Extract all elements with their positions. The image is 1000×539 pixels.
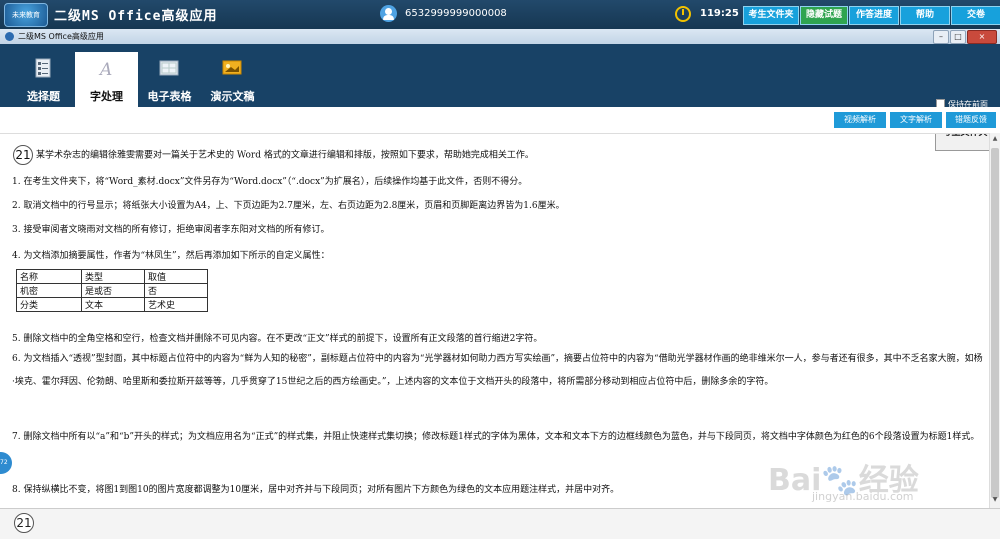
table-cell: 否 [144, 283, 208, 298]
countdown-timer: 119:25 [700, 8, 739, 19]
question-number-badge: 21 [13, 145, 33, 165]
question-intro: 21 某学术杂志的编辑徐雅雯需要对一篇关于艺术史的 Word 格式的文章进行编辑和… [13, 145, 534, 165]
table-row: 分类 文本 艺术史 [16, 297, 208, 312]
minimize-button[interactable]: – [933, 30, 949, 44]
app-logo: 未来教育 [4, 3, 48, 27]
table-cell: 文本 [81, 297, 145, 312]
close-button[interactable]: × [967, 30, 997, 44]
progress-button[interactable]: 作答进度 [849, 6, 899, 25]
error-feedback-button[interactable]: 错题反馈 [946, 112, 996, 128]
hide-question-button[interactable]: 隐藏试题 [800, 6, 848, 25]
user-id: 6532999999000008 [405, 8, 507, 19]
tab-word-processing[interactable]: A 字处理 [75, 52, 138, 107]
tab-label: 选择题 [27, 90, 60, 103]
svg-text:A: A [98, 60, 112, 78]
top-bar: 未来教育 二级MS Office高级应用 6532999999000008 11… [0, 0, 1000, 29]
requirement-5: 5. 删除文档中的全角空格和空行，检查文档并删除不可见内容。在不更改“正文”样式… [12, 334, 543, 344]
tab-choice-questions[interactable]: 选择题 [12, 52, 75, 107]
user-icon [380, 5, 397, 22]
table-row: 机密 是或否 否 [16, 283, 208, 298]
maximize-button[interactable]: □ [950, 30, 966, 44]
module-nav: 选择题 A 字处理 电子表格 演示文稿 保持在前面 考生文件夹 [0, 44, 1000, 151]
student-folder-button[interactable]: 考生文件夹 [743, 6, 799, 25]
table-cell: 取值 [144, 269, 208, 284]
tab-label: 电子表格 [147, 90, 192, 103]
window-app-icon [5, 32, 14, 41]
slideshow-icon [222, 60, 242, 75]
word-document-icon: A [98, 60, 112, 78]
spreadsheet-icon [159, 60, 179, 76]
requirement-3: 3. 接受审阅者文晓雨对文档的所有修订，拒绝审阅者李东阳对文档的所有修订。 [12, 225, 330, 235]
clock-icon [675, 6, 691, 22]
tab-presentation[interactable]: 演示文稿 [201, 52, 264, 107]
requirement-6: 6. 为文档插入“透视”型封面，其中标题占位符中的内容为“鲜为人知的秘密”，副标… [12, 354, 983, 387]
question-number-button[interactable]: 21 [14, 513, 34, 533]
submit-button[interactable]: 交卷 [951, 6, 1000, 25]
requirement-4: 4. 为文档添加摘要属性，作者为“林凤生”，然后再添加如下所示的自定义属性： [12, 251, 330, 261]
tab-label: 字处理 [90, 90, 123, 103]
window-title: 二级MS Office高级应用 [18, 32, 104, 41]
analysis-bar: 视频解析 文字解析 错题反馈 [0, 107, 1000, 134]
table-cell: 机密 [16, 283, 82, 298]
table-cell: 类型 [81, 269, 145, 284]
window-title-bar: 二级MS Office高级应用 – □ × [0, 29, 1000, 45]
tab-label: 演示文稿 [210, 90, 255, 103]
app-title: 二级MS Office高级应用 [54, 9, 218, 24]
vertical-scrollbar[interactable]: ▲ ▼ [989, 133, 1000, 508]
table-cell: 艺术史 [144, 297, 208, 312]
checklist-icon [35, 58, 51, 78]
requirement-8: 8. 保持纵横比不变，将图1到图10的图片宽度都调整为10厘米，居中对齐并与下段… [12, 485, 620, 495]
help-button[interactable]: 帮助 [900, 6, 950, 25]
text-analysis-button[interactable]: 文字解析 [890, 112, 942, 128]
scroll-down-arrow-icon[interactable]: ▼ [991, 496, 999, 506]
question-nav-bar: 21 [0, 508, 1000, 539]
question-intro-text: 某学术杂志的编辑徐雅雯需要对一篇关于艺术史的 Word 格式的文章进行编辑和排版… [36, 150, 534, 161]
video-analysis-button[interactable]: 视频解析 [834, 112, 886, 128]
custom-properties-table: 名称 类型 取值 机密 是或否 否 分类 文本 艺术史 [16, 269, 208, 312]
scrollbar-thumb[interactable] [991, 148, 999, 498]
table-cell: 分类 [16, 297, 82, 312]
scroll-up-arrow-icon[interactable]: ▲ [991, 135, 999, 145]
requirement-1: 1. 在考生文件夹下，将“Word_素材.docx”文件另存为“Word.doc… [12, 177, 528, 187]
table-row: 名称 类型 取值 [16, 269, 208, 284]
question-content: 21 某学术杂志的编辑徐雅雯需要对一篇关于艺术史的 Word 格式的文章进行编辑和… [8, 138, 983, 508]
watermark-url: jingyan.baidu.com [812, 490, 914, 503]
tab-spreadsheet[interactable]: 电子表格 [138, 52, 201, 107]
requirement-7: 7. 删除文档中所有以“a”和“b”开头的样式；为文档应用名为“正式”的样式集，… [12, 432, 980, 442]
table-cell: 名称 [16, 269, 82, 284]
table-cell: 是或否 [81, 283, 145, 298]
requirement-2: 2. 取消文档中的行号显示；将纸张大小设置为A4，上、下页边距为2.7厘米，左、… [12, 201, 565, 211]
